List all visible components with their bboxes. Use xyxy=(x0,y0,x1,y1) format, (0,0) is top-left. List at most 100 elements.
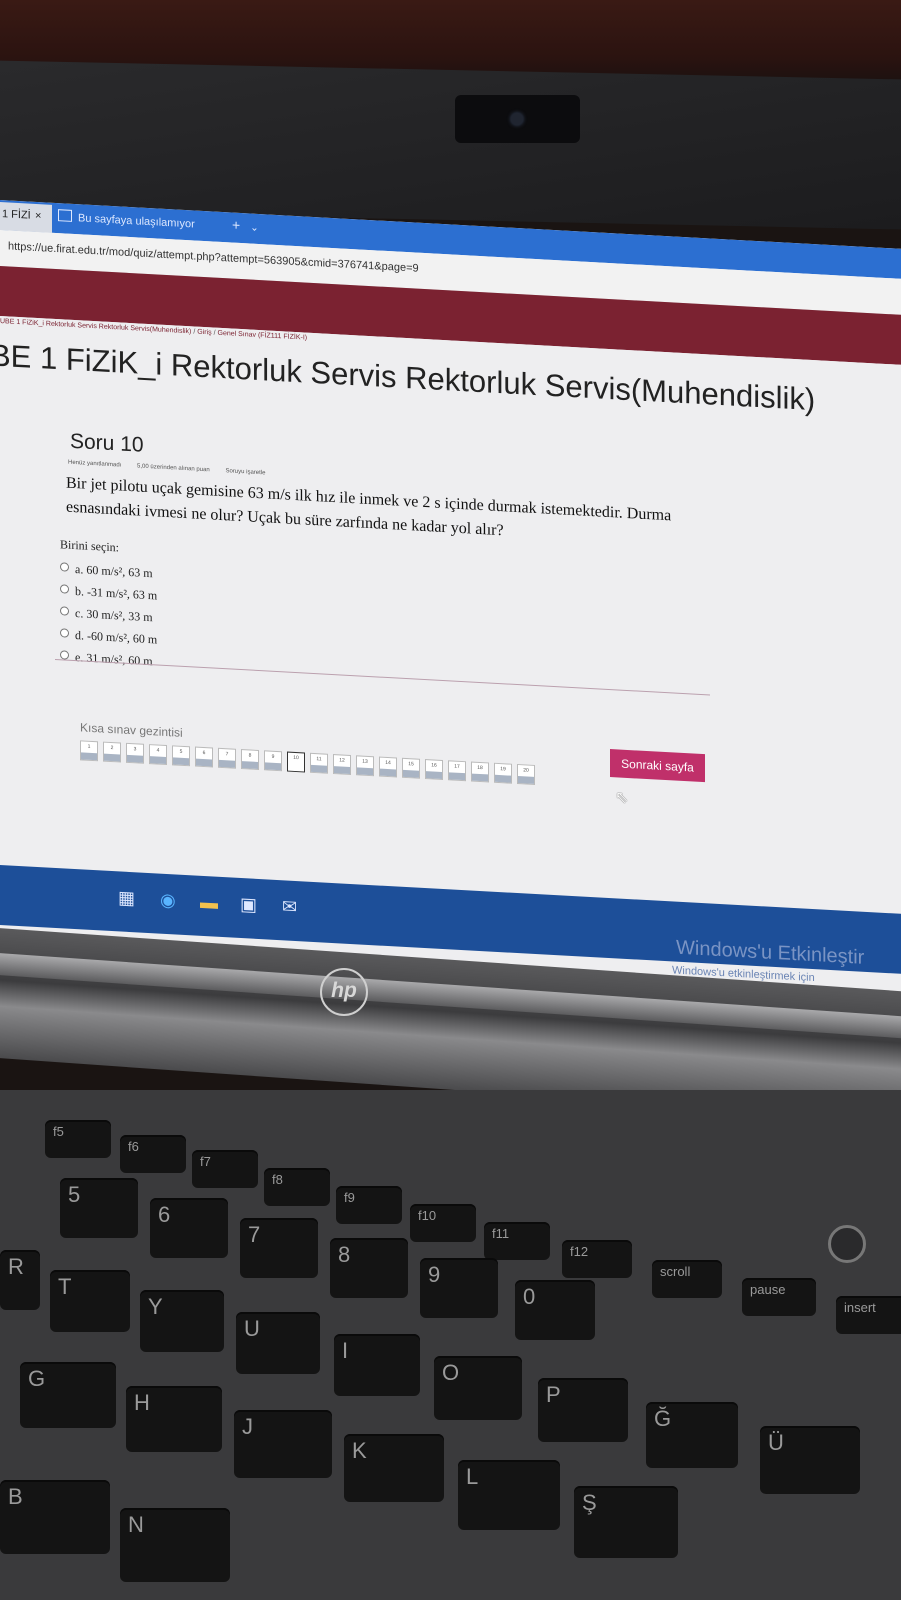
key-label: f10 xyxy=(418,1208,437,1223)
quiz-nav-page[interactable]: 6 xyxy=(195,746,213,768)
key-r[interactable]: R xyxy=(0,1250,40,1310)
quiz-nav-page[interactable]: 19 xyxy=(494,762,512,784)
quiz-nav-page[interactable]: 14 xyxy=(379,756,397,778)
key-g[interactable]: G xyxy=(20,1362,116,1428)
radio-button[interactable] xyxy=(60,606,69,616)
quiz-nav-page[interactable]: 7 xyxy=(218,747,236,769)
key-g-breve[interactable]: Ğ xyxy=(646,1402,738,1468)
quiz-nav-page[interactable]: 2 xyxy=(103,741,121,763)
key-label: f6 xyxy=(128,1139,139,1154)
breadcrumb-quiz[interactable]: Genel Sınav (FİZ111 FİZİK-I) xyxy=(218,330,308,342)
key-o[interactable]: O xyxy=(434,1356,522,1420)
key-h[interactable]: H xyxy=(126,1386,222,1452)
radio-button[interactable] xyxy=(60,628,69,638)
key-f9[interactable]: f9 xyxy=(336,1186,402,1224)
key-label: L xyxy=(466,1464,479,1489)
quiz-nav-page[interactable]: 20 xyxy=(517,763,535,785)
laptop-bezel xyxy=(0,60,901,230)
key-f7[interactable]: f7 xyxy=(192,1150,258,1188)
key-5[interactable]: 5 xyxy=(60,1178,138,1238)
power-button[interactable] xyxy=(828,1225,866,1263)
key-u[interactable]: U xyxy=(236,1312,320,1374)
key-label: insert xyxy=(844,1300,876,1315)
radio-button[interactable] xyxy=(60,562,69,572)
key-s-cedilla[interactable]: Ş xyxy=(574,1486,678,1558)
key-9[interactable]: 9 xyxy=(420,1258,498,1318)
key-label: 0 xyxy=(523,1284,536,1309)
close-icon[interactable]: × xyxy=(35,210,41,222)
key-insert[interactable]: insert xyxy=(836,1296,901,1334)
quiz-nav-page[interactable]: 9 xyxy=(264,750,282,772)
answer-option-e[interactable]: e. 31 m/s², 60 m xyxy=(60,645,157,672)
key-f11[interactable]: f11 xyxy=(484,1222,550,1260)
key-l[interactable]: L xyxy=(458,1460,560,1530)
key-pause[interactable]: pause xyxy=(742,1278,816,1316)
key-label: G xyxy=(28,1366,46,1391)
key-label: K xyxy=(352,1438,367,1463)
quiz-nav-page[interactable]: 15 xyxy=(402,757,420,779)
quiz-nav-page[interactable]: 17 xyxy=(448,760,466,782)
question-text: Bir jet pilotu uçak gemisine 63 m/s ilk … xyxy=(66,474,672,540)
answer-label: d. -60 m/s², 60 m xyxy=(75,628,158,647)
key-f5[interactable]: f5 xyxy=(45,1120,111,1158)
file-explorer-icon[interactable]: ▬ xyxy=(200,892,218,914)
key-t[interactable]: T xyxy=(50,1270,130,1332)
key-label: I xyxy=(342,1338,349,1363)
quiz-nav-title: Kısa sınav gezintisi xyxy=(80,720,183,740)
key-f8[interactable]: f8 xyxy=(264,1168,330,1206)
webcam xyxy=(455,95,580,143)
key-8[interactable]: 8 xyxy=(330,1238,408,1298)
key-f6[interactable]: f6 xyxy=(120,1135,186,1173)
mail-icon[interactable]: ✉ xyxy=(282,896,297,918)
edge-icon[interactable]: ◉ xyxy=(160,890,176,912)
quiz-nav-pages: 1 2 3 4 5 6 7 8 9 10 11 12 13 14 15 16 17 18 19 20 xyxy=(80,740,540,785)
quiz-nav-page[interactable]: 16 xyxy=(425,759,443,780)
quiz-nav-page[interactable]: 4 xyxy=(149,744,167,766)
radio-button[interactable] xyxy=(60,584,69,594)
quiz-nav-page-current[interactable]: 10 xyxy=(287,751,305,773)
key-n[interactable]: N xyxy=(120,1508,230,1582)
mouse-cursor-icon: ⇖ xyxy=(615,789,629,808)
breadcrumb-section[interactable]: Giriş xyxy=(197,329,211,337)
key-0[interactable]: 0 xyxy=(515,1280,595,1340)
quiz-nav-page[interactable]: 18 xyxy=(471,761,489,783)
quiz-nav-page[interactable]: 1 xyxy=(80,740,98,762)
store-icon[interactable]: ▣ xyxy=(240,894,257,916)
quiz-nav-page[interactable]: 5 xyxy=(172,745,190,767)
tab-quiz[interactable]: 1 FİZİ × xyxy=(0,202,52,233)
next-page-button[interactable]: Sonraki sayfa xyxy=(610,749,705,783)
quiz-nav-page[interactable]: 12 xyxy=(333,754,351,776)
answer-label: a. 60 m/s², 63 m xyxy=(75,562,153,581)
key-label: U xyxy=(244,1316,260,1341)
quiz-nav-page[interactable]: 3 xyxy=(126,742,144,764)
key-u-umlaut[interactable]: Ü xyxy=(760,1426,860,1494)
quiz-nav-page[interactable]: 11 xyxy=(310,752,328,774)
plus-icon: + xyxy=(232,216,241,234)
key-label: R xyxy=(8,1254,24,1279)
key-label: T xyxy=(58,1274,72,1299)
key-label: f9 xyxy=(344,1190,355,1205)
new-tab-button[interactable]: + ⌄ xyxy=(232,217,259,234)
radio-button[interactable] xyxy=(60,650,69,660)
key-scroll[interactable]: scroll xyxy=(652,1260,722,1298)
key-p[interactable]: P xyxy=(538,1378,628,1442)
chevron-down-icon[interactable]: ⌄ xyxy=(250,223,258,234)
key-j[interactable]: J xyxy=(234,1410,332,1478)
key-b[interactable]: B xyxy=(0,1480,110,1554)
key-f12[interactable]: f12 xyxy=(562,1240,632,1278)
key-y[interactable]: Y xyxy=(140,1290,224,1352)
task-view-icon[interactable]: ▦ xyxy=(118,887,135,909)
key-i[interactable]: I xyxy=(334,1334,420,1396)
flag-question-link[interactable]: Soruyu işaretle xyxy=(225,468,265,476)
quiz-nav-page[interactable]: 13 xyxy=(356,755,374,777)
key-label: 6 xyxy=(158,1202,171,1227)
key-f10[interactable]: f10 xyxy=(410,1204,476,1242)
key-6[interactable]: 6 xyxy=(150,1198,228,1258)
key-label: Ş xyxy=(582,1490,597,1515)
key-7[interactable]: 7 xyxy=(240,1218,318,1278)
key-label: 9 xyxy=(428,1262,441,1287)
tab-unreachable[interactable]: Bu sayfaya ulaşılamıyor xyxy=(58,209,195,231)
key-k[interactable]: K xyxy=(344,1434,444,1502)
quiz-nav-page[interactable]: 8 xyxy=(241,749,259,771)
question-status: Henüz yanıtlanmadı xyxy=(68,459,122,469)
